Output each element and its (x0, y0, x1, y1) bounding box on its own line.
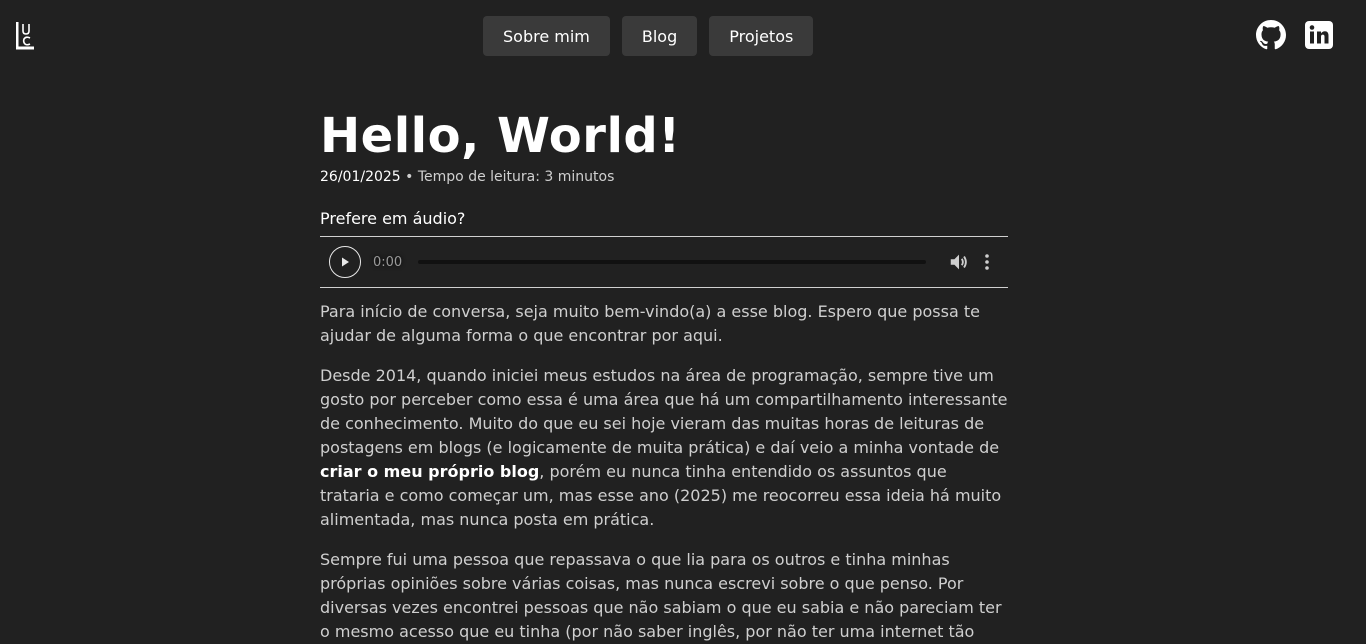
post-paragraph-1: Para início de conversa, seja muito bem-… (320, 302, 980, 345)
post-content: Hello, World! 26/01/2025 • Tempo de leit… (320, 104, 1008, 644)
play-button[interactable] (329, 246, 361, 278)
post-date: 26/01/2025 (320, 169, 401, 185)
play-icon (342, 257, 349, 267)
nav-blog-button[interactable]: Blog (621, 16, 698, 56)
meta-separator: • (405, 169, 414, 185)
github-icon[interactable] (1256, 20, 1286, 50)
more-options-icon[interactable] (984, 253, 990, 271)
audio-label: Prefere em áudio? (320, 209, 466, 228)
site-logo[interactable] (16, 20, 36, 50)
nav-projetos-button[interactable]: Projetos (709, 16, 814, 56)
main-nav: Sobre mim Blog Projetos (483, 16, 814, 56)
paragraph-2-text-start: Desde 2014, quando iniciei meus estudos … (320, 366, 1008, 457)
nav-sobre-mim-button[interactable]: Sobre mim (483, 16, 610, 56)
post-title: Hello, World! (320, 108, 681, 164)
volume-icon[interactable] (948, 251, 970, 273)
paragraph-2-highlight: criar o meu próprio blog (320, 462, 540, 481)
audio-time: 0:00 (373, 254, 403, 270)
linkedin-icon[interactable] (1304, 20, 1334, 50)
audio-progress-track[interactable] (418, 260, 926, 264)
audio-player: 0:00 (320, 236, 1008, 288)
social-links (1256, 20, 1334, 50)
reading-time: Tempo de leitura: 3 minutos (417, 169, 615, 185)
post-meta: 26/01/2025 • Tempo de leitura: 3 minutos (320, 168, 1008, 186)
post-paragraph-2: Desde 2014, quando iniciei meus estudos … (320, 364, 1008, 532)
